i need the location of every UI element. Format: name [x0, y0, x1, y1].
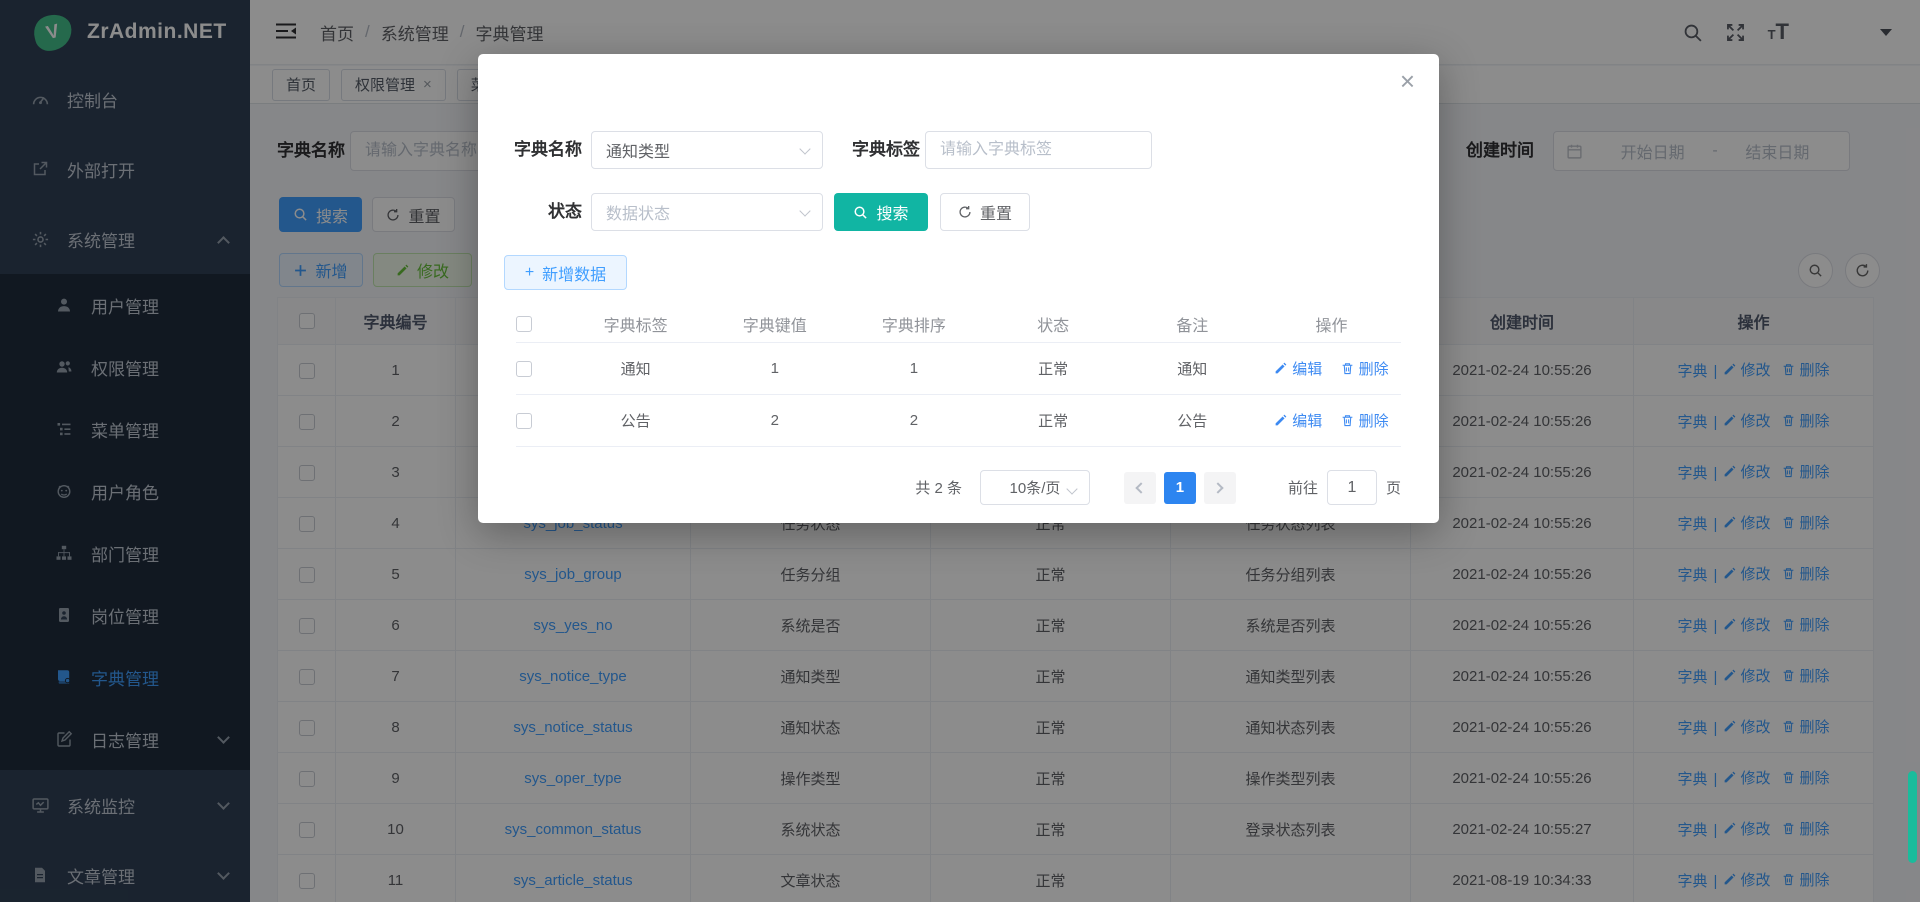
page-1-button[interactable]: 1: [1164, 472, 1196, 504]
goto-label: 前往: [1288, 477, 1318, 498]
header-operations: 操作: [1262, 312, 1401, 336]
dict-name-select[interactable]: 通知类型: [591, 131, 823, 169]
op-edit-link[interactable]: 编辑: [1274, 410, 1322, 431]
dict-tag-label: 字典标签: [836, 131, 920, 169]
scrollbar-thumb[interactable]: [1908, 771, 1917, 863]
header-dict-label: 字典标签: [566, 312, 705, 336]
dict-name-label: 字典名称: [498, 131, 582, 169]
select-all-checkbox[interactable]: [516, 316, 532, 332]
modal-reset-button[interactable]: 重置: [940, 193, 1030, 231]
page-size-select[interactable]: 10条/页: [980, 470, 1090, 505]
header-status: 状态: [984, 312, 1123, 336]
close-icon[interactable]: ×: [1400, 68, 1415, 94]
status-select[interactable]: 数据状态: [591, 193, 823, 231]
pagination: 共 2 条 10条/页 1 前往 页: [516, 470, 1401, 505]
table-row: 通知 1 1 正常 通知 编辑 删除: [516, 343, 1401, 395]
header-remark: 备注: [1123, 312, 1262, 336]
chevron-down-icon: [799, 143, 810, 154]
chevron-down-icon: [1066, 483, 1077, 494]
table-header-row: 字典标签 字典键值 字典排序 状态 备注 操作: [516, 306, 1401, 343]
op-delete-link[interactable]: 删除: [1341, 410, 1389, 431]
next-page-button[interactable]: [1204, 472, 1236, 504]
table-row: 公告 2 2 正常 公告 编辑 删除: [516, 395, 1401, 447]
row-checkbox[interactable]: [516, 361, 532, 377]
chevron-down-icon: [799, 205, 810, 216]
header-dict-sort: 字典排序: [844, 312, 983, 336]
modal-search-button[interactable]: 搜索: [834, 193, 928, 231]
row-checkbox[interactable]: [516, 413, 532, 429]
dict-data-table: 字典标签 字典键值 字典排序 状态 备注 操作 通知 1 1 正常 通知 编辑 …: [516, 306, 1401, 447]
goto-unit: 页: [1386, 477, 1401, 498]
prev-page-button[interactable]: [1124, 472, 1156, 504]
status-label: 状态: [498, 193, 582, 231]
app-window: V ZrAdmin.NET 控制台 外部打开 系统管理: [0, 0, 1920, 902]
goto-page-input[interactable]: [1327, 470, 1377, 505]
total-count: 共 2 条: [915, 477, 962, 498]
op-delete-link[interactable]: 删除: [1341, 358, 1389, 379]
header-dict-value: 字典键值: [705, 312, 844, 336]
dict-tag-input[interactable]: [925, 131, 1152, 169]
dict-data-dialog: × 字典名称 通知类型 字典标签 状态 数据状态 搜索 重置 + 新增数据: [478, 54, 1439, 523]
add-data-button[interactable]: + 新增数据: [504, 255, 627, 290]
op-edit-link[interactable]: 编辑: [1274, 358, 1322, 379]
